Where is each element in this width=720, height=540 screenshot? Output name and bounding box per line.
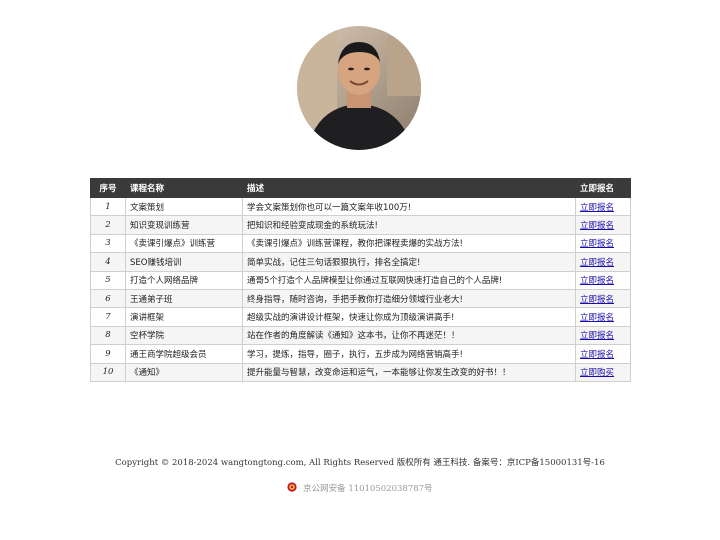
signup-link[interactable]: 立即报名	[580, 258, 614, 268]
course-name: 打造个人网络品牌	[125, 270, 243, 290]
footer-police-record: 京公网安备 11010502038787号	[0, 482, 720, 495]
column-header-index: 序号	[90, 178, 126, 198]
signup-link[interactable]: 立即报名	[580, 276, 614, 286]
course-description: 终身指导，随时咨询，手把手教你打造细分领域行业老大!	[242, 288, 576, 309]
row-index: 9	[90, 344, 126, 364]
course-description: 提升能量与智慧，改变命运和运气，一本能够让你发生改变的好书！！	[242, 362, 576, 382]
course-description: 简单实战，记住三句话狠狠执行，排名全搞定!	[242, 252, 576, 272]
table-header-row: 序号 课程名称 描述 立即报名	[90, 178, 631, 198]
course-description: 学会文案策划你也可以一篇文案年收100万!	[242, 196, 576, 217]
buy-link[interactable]: 立即购买	[580, 368, 614, 378]
course-name: 《卖课引爆点》训练营	[125, 233, 243, 254]
table-row: 6 王通弟子班 终身指导，随时咨询，手把手教你打造细分领域行业老大! 立即报名	[90, 288, 631, 309]
police-badge-icon	[287, 482, 298, 495]
table-row: 4 SEO赚钱培训 简单实战，记住三句话狠狠执行，排名全搞定! 立即报名	[90, 252, 631, 272]
table-row: 5 打造个人网络品牌 通哥5个打造个人品牌模型让你通过互联网快速打造自己的个人品…	[90, 270, 631, 290]
row-index: 5	[90, 270, 126, 290]
table-row: 1 文案策划 学会文案策划你也可以一篇文案年收100万! 立即报名	[90, 196, 631, 217]
footer-copyright: Copyright © 2018-2024 wangtongtong.com, …	[115, 458, 605, 468]
row-index: 3	[90, 233, 126, 254]
row-index: 4	[90, 252, 126, 272]
table-row: 10 《通知》 提升能量与智慧，改变命运和运气，一本能够让你发生改变的好书！！ …	[90, 362, 631, 382]
signup-link[interactable]: 立即报名	[580, 295, 614, 305]
course-description: 站在作者的角度解读《通知》这本书，让你不再迷茫！！	[242, 325, 576, 346]
row-index: 2	[90, 215, 126, 235]
avatar-photo	[297, 26, 421, 150]
signup-link[interactable]: 立即报名	[580, 239, 614, 249]
column-header-course-name: 课程名称	[125, 178, 243, 198]
course-name: 演讲框架	[125, 307, 243, 327]
police-record-link[interactable]: 京公网安备 11010502038787号	[303, 484, 432, 494]
course-name: 空杯学院	[125, 325, 243, 346]
course-description: 学习，提炼，指导，圈子，执行，五步成为网络营销高手!	[242, 344, 576, 364]
signup-link[interactable]: 立即报名	[580, 350, 614, 360]
row-index: 1	[90, 196, 126, 217]
table-row: 8 空杯学院 站在作者的角度解读《通知》这本书，让你不再迷茫！！ 立即报名	[90, 325, 631, 346]
signup-link[interactable]: 立即报名	[580, 221, 614, 231]
course-name: 王通弟子班	[125, 288, 243, 309]
table-row: 3 《卖课引爆点》训练营 《卖课引爆点》训练营课程，教你把课程卖爆的实战方法! …	[90, 233, 631, 254]
course-name: 文案策划	[125, 196, 243, 217]
table-row: 9 通王商学院超级会员 学习，提炼，指导，圈子，执行，五步成为网络营销高手! 立…	[90, 344, 631, 364]
signup-link[interactable]: 立即报名	[580, 313, 614, 323]
avatar	[297, 26, 421, 150]
row-index: 10	[90, 362, 126, 382]
row-index: 7	[90, 307, 126, 327]
signup-link[interactable]: 立即报名	[580, 203, 614, 213]
course-description: 《卖课引爆点》训练营课程，教你把课程卖爆的实战方法!	[242, 233, 576, 254]
table-row: 7 演讲框架 超级实战的演讲设计框架，快速让你成为顶级演讲高手! 立即报名	[90, 307, 631, 327]
row-index: 6	[90, 288, 126, 309]
course-name: 知识变现训练营	[125, 215, 243, 235]
course-description: 超级实战的演讲设计框架，快速让你成为顶级演讲高手!	[242, 307, 576, 327]
course-name: SEO赚钱培训	[125, 252, 243, 272]
table-row: 2 知识变现训练营 把知识和经验变成现金的系统玩法! 立即报名	[90, 215, 631, 235]
course-name: 《通知》	[125, 362, 243, 382]
row-index: 8	[90, 325, 126, 346]
course-description: 把知识和经验变成现金的系统玩法!	[242, 215, 576, 235]
course-description: 通哥5个打造个人品牌模型让你通过互联网快速打造自己的个人品牌!	[242, 270, 576, 290]
course-table: 序号 课程名称 描述 立即报名 1 文案策划 学会文案策划你也可以一篇文案年收1…	[90, 178, 631, 382]
signup-link[interactable]: 立即报名	[580, 331, 614, 341]
column-header-signup: 立即报名	[575, 178, 631, 198]
column-header-description: 描述	[242, 178, 576, 198]
course-name: 通王商学院超级会员	[125, 344, 243, 364]
